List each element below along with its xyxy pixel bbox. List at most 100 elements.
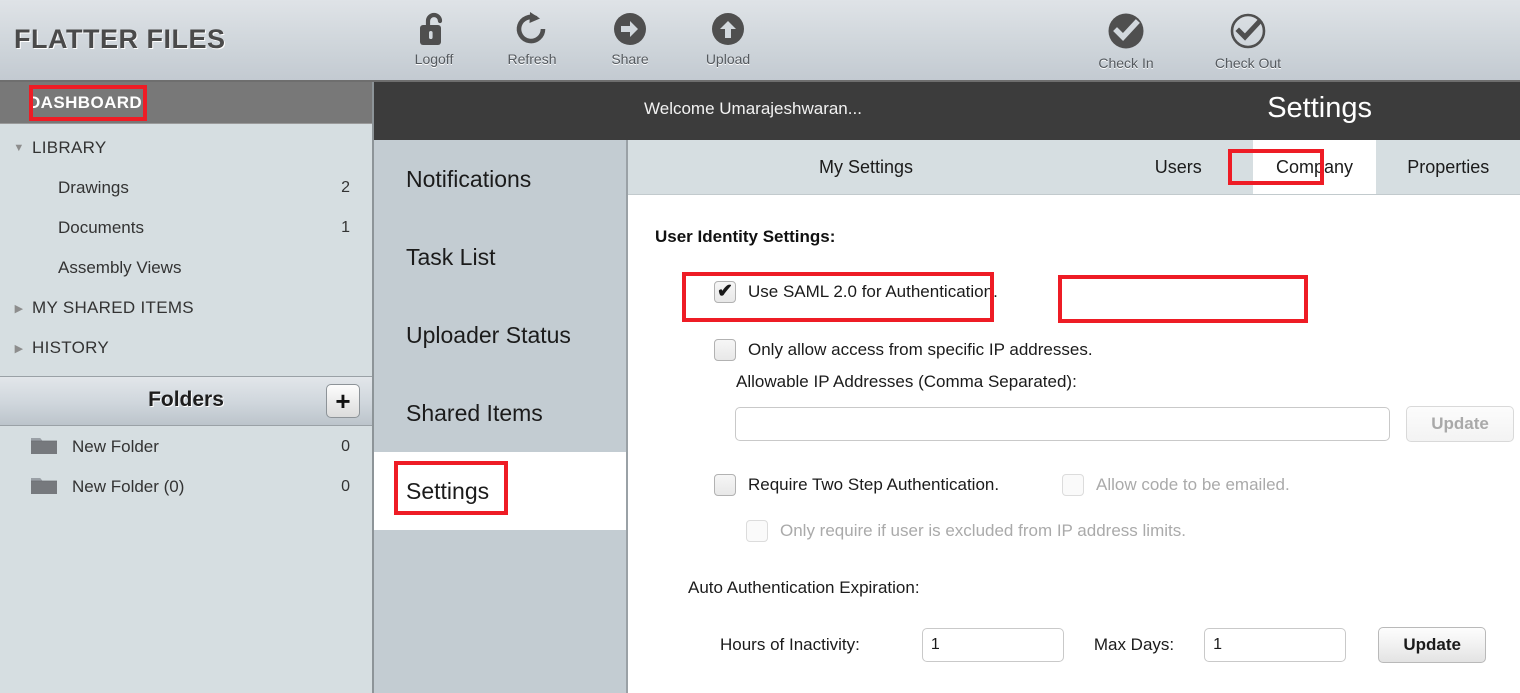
- tab-users[interactable]: Users: [1104, 140, 1252, 194]
- chevron-right-icon[interactable]: ▶: [6, 302, 32, 315]
- nav-item-settings[interactable]: Settings: [374, 452, 626, 530]
- check-out-button[interactable]: Check Out: [1202, 8, 1294, 71]
- tree-item-label: LIBRARY: [32, 138, 107, 157]
- folder-row[interactable]: New Folder 0: [0, 427, 372, 467]
- use-saml-label: Use SAML 2.0 for Authentication.: [748, 282, 998, 301]
- tree-item-label: Drawings: [58, 178, 129, 197]
- auto-expiration-title: Auto Authentication Expiration:: [688, 578, 920, 597]
- nav-item-notifications[interactable]: Notifications: [374, 140, 626, 218]
- two-step-checkbox-row: Require Two Step Authentication.: [714, 474, 999, 496]
- folder-count: 0: [341, 438, 350, 455]
- tree-item-label: HISTORY: [32, 338, 110, 357]
- dashboard-label: DASHBOARD: [28, 93, 143, 112]
- exclude-ip-limits-checkbox[interactable]: [746, 520, 768, 542]
- folder-icon: [30, 434, 58, 461]
- hours-of-inactivity-label: Hours of Inactivity:: [720, 635, 860, 654]
- saml-checkbox-row: Use SAML 2.0 for Authentication.: [714, 281, 998, 303]
- folder-count: 0: [341, 478, 350, 495]
- folder-name: New Folder: [72, 437, 159, 456]
- require-two-step-label: Require Two Step Authentication.: [748, 475, 1000, 494]
- require-two-step-checkbox[interactable]: [714, 474, 736, 496]
- tree-item-documents[interactable]: Documents 1: [0, 208, 372, 248]
- nav-item-label: Shared Items: [406, 399, 543, 426]
- auto-expiration-update-button[interactable]: Update: [1378, 627, 1487, 663]
- nav-item-label: Uploader Status: [406, 321, 571, 348]
- tree-item-label: MY SHARED ITEMS: [32, 298, 194, 317]
- left-sidebar: DASHBOARD ▼ LIBRARY Drawings 2 Documents…: [0, 82, 374, 693]
- dashboard-bar[interactable]: DASHBOARD: [0, 82, 372, 124]
- section-title: User Identity Settings:: [655, 227, 836, 246]
- check-out-label: Check Out: [1214, 55, 1282, 71]
- tree-item-assembly-views[interactable]: Assembly Views: [0, 248, 372, 288]
- exclude-ip-checkbox-row: Only require if user is excluded from IP…: [746, 520, 1186, 542]
- chevron-right-icon[interactable]: ▶: [6, 342, 32, 355]
- tab-label: My Settings: [819, 156, 914, 177]
- tab-my-settings[interactable]: My Settings: [628, 140, 1104, 194]
- page-title: Settings: [1267, 92, 1372, 124]
- allowable-ip-input[interactable]: [735, 407, 1390, 441]
- share-label: Share: [611, 51, 649, 67]
- toolbar-left-group: Logoff Refresh Share Upload: [400, 8, 762, 67]
- auto-expiration-row: Hours of Inactivity: Max Days: Update: [720, 627, 1487, 663]
- tree-item-history[interactable]: ▶ HISTORY: [0, 328, 372, 368]
- ip-field-label: Allowable IP Addresses (Comma Separated)…: [736, 372, 1077, 391]
- max-days-input[interactable]: [1204, 628, 1347, 662]
- hours-of-inactivity-input[interactable]: [921, 628, 1064, 662]
- nav-item-shared-items[interactable]: Shared Items: [374, 374, 626, 452]
- tree-item-label: Documents: [58, 218, 144, 237]
- upload-label: Upload: [705, 51, 751, 67]
- library-tree: ▼ LIBRARY Drawings 2 Documents 1 Assembl…: [0, 124, 372, 368]
- logoff-button[interactable]: Logoff: [400, 8, 468, 67]
- folders-header: Folders +: [0, 376, 372, 426]
- check-circle-filled-icon: [1105, 8, 1147, 54]
- settings-nav-column: Notifications Task List Uploader Status …: [374, 140, 628, 693]
- tab-company[interactable]: Company: [1252, 140, 1377, 194]
- refresh-icon: [514, 8, 550, 50]
- toolbar-right-group: Check In Check Out: [1080, 8, 1294, 71]
- upload-button[interactable]: Upload: [694, 8, 762, 67]
- check-circle-outline-icon: [1227, 8, 1269, 54]
- add-folder-button[interactable]: +: [326, 384, 360, 418]
- check-in-label: Check In: [1098, 55, 1154, 71]
- use-saml-checkbox[interactable]: [714, 281, 736, 303]
- nav-item-task-list[interactable]: Task List: [374, 218, 626, 296]
- tab-label: Properties: [1407, 156, 1490, 177]
- settings-tabs: My Settings Users Company Properties: [628, 140, 1520, 195]
- nav-item-label: Task List: [406, 243, 496, 270]
- tree-item-my-shared-items[interactable]: ▶ MY SHARED ITEMS: [0, 288, 372, 328]
- application-window: FLATTER FILES Logoff Refresh Share Uploa…: [0, 0, 1520, 693]
- folders-title: Folders: [148, 388, 224, 411]
- nav-item-label: Notifications: [406, 165, 532, 192]
- exclude-ip-limits-label: Only require if user is excluded from IP…: [780, 521, 1186, 540]
- ip-update-button[interactable]: Update: [1406, 406, 1514, 442]
- folder-row[interactable]: New Folder (0) 0: [0, 467, 372, 507]
- tree-item-drawings[interactable]: Drawings 2: [0, 168, 372, 208]
- tab-label: Company: [1275, 156, 1353, 177]
- folder-list: New Folder 0 New Folder (0) 0: [0, 427, 372, 507]
- app-logo-title: FLATTER FILES: [14, 24, 226, 54]
- nav-item-label: Settings: [406, 477, 490, 504]
- tree-item-library[interactable]: ▼ LIBRARY: [0, 128, 372, 168]
- refresh-label: Refresh: [507, 51, 557, 67]
- nav-item-uploader-status[interactable]: Uploader Status: [374, 296, 626, 374]
- chevron-down-icon[interactable]: ▼: [6, 142, 32, 154]
- allow-email-code-checkbox[interactable]: [1062, 474, 1084, 496]
- folder-icon: [30, 474, 58, 501]
- logoff-label: Logoff: [414, 51, 454, 67]
- welcome-message: Welcome Umarajeshwaran...: [644, 99, 862, 118]
- ip-restriction-label: Only allow access from specific IP addre…: [748, 340, 1093, 359]
- tree-item-count: 2: [341, 179, 350, 196]
- top-toolbar: FLATTER FILES Logoff Refresh Share Uploa…: [0, 0, 1520, 82]
- allow-email-code-label: Allow code to be emailed.: [1096, 475, 1290, 494]
- tab-properties[interactable]: Properties: [1376, 140, 1520, 194]
- lock-open-icon: [417, 8, 451, 50]
- share-button[interactable]: Share: [596, 8, 664, 67]
- check-in-button[interactable]: Check In: [1080, 8, 1172, 71]
- tree-item-count: 1: [341, 219, 350, 236]
- company-settings-panel: User Identity Settings: Use SAML 2.0 for…: [628, 195, 1520, 693]
- refresh-button[interactable]: Refresh: [498, 8, 566, 67]
- tree-item-label: Assembly Views: [58, 258, 182, 277]
- max-days-label: Max Days:: [1093, 635, 1175, 654]
- share-arrow-icon: [611, 8, 649, 50]
- ip-restriction-checkbox[interactable]: [714, 339, 736, 361]
